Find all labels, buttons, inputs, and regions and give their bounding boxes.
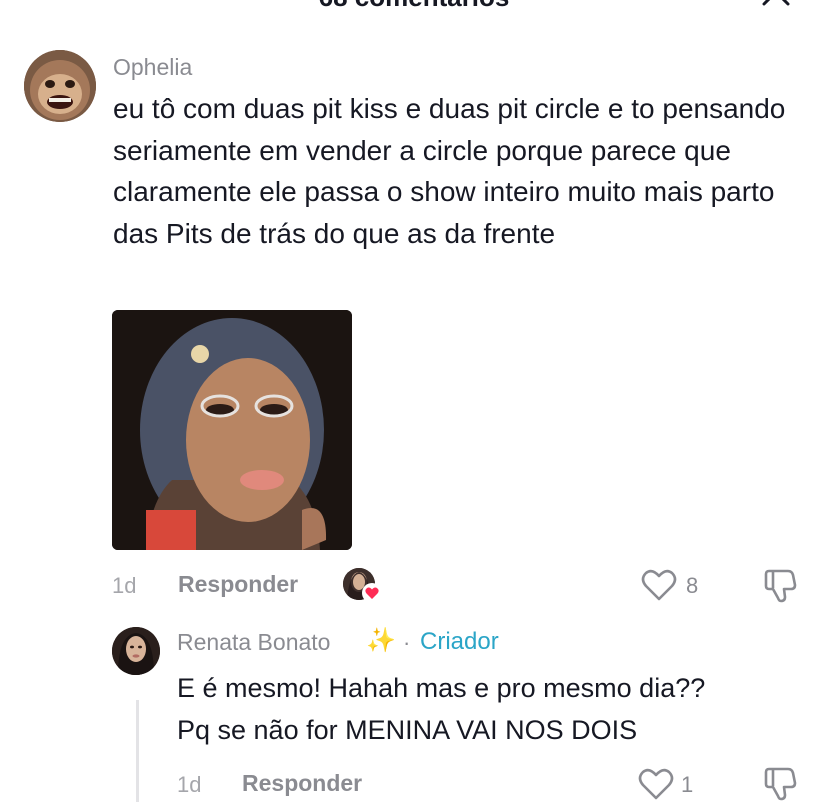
close-icon [762, 0, 790, 6]
reply-text: E é mesmo! Hahah mas e pro mesmo dia?? P… [177, 667, 807, 751]
heart-outline-icon [638, 768, 674, 800]
thumbs-down-icon [764, 569, 797, 603]
avatar[interactable] [24, 50, 96, 122]
reply-text-line2: Pq se não for MENINA VAI NOS DOIS [177, 715, 638, 745]
selfie-image [112, 310, 352, 550]
dislike-button[interactable] [762, 568, 798, 604]
creator-badge: Criador [420, 628, 499, 655]
creator-avatar-image [112, 627, 160, 675]
like-button[interactable] [641, 568, 677, 602]
reply-thread-line [136, 700, 139, 802]
reply-like-button[interactable] [638, 767, 674, 801]
comments-header-title: 68 comentários [0, 0, 828, 13]
reply-username[interactable]: Renata Bonato [177, 629, 330, 656]
thumbs-down-icon [764, 767, 797, 801]
reply-dislike-button[interactable] [762, 766, 798, 802]
comment-username[interactable]: Ophelia [113, 54, 192, 81]
comment-reply-button[interactable]: Responder [178, 571, 298, 598]
reply-like-count: 1 [681, 772, 694, 797]
comment-photo[interactable] [112, 310, 352, 550]
comment-time: 1d [112, 573, 137, 598]
monkey-avatar-image [24, 50, 96, 122]
sparkle-icon: ✨ [366, 627, 396, 654]
separator-dot: · [403, 630, 411, 655]
reply-reply-button[interactable]: Responder [242, 770, 362, 797]
like-count: 8 [686, 573, 699, 598]
reply-time: 1d [177, 772, 202, 797]
heart-outline-icon [641, 569, 677, 601]
close-button[interactable] [758, 0, 794, 16]
creator-liked-heart-icon [362, 583, 382, 603]
reply-text-line1: E é mesmo! Hahah mas e pro mesmo dia?? [177, 673, 706, 703]
reply-avatar[interactable] [112, 627, 160, 675]
comment-text: eu tô com duas pit kiss e duas pit circl… [113, 93, 786, 249]
